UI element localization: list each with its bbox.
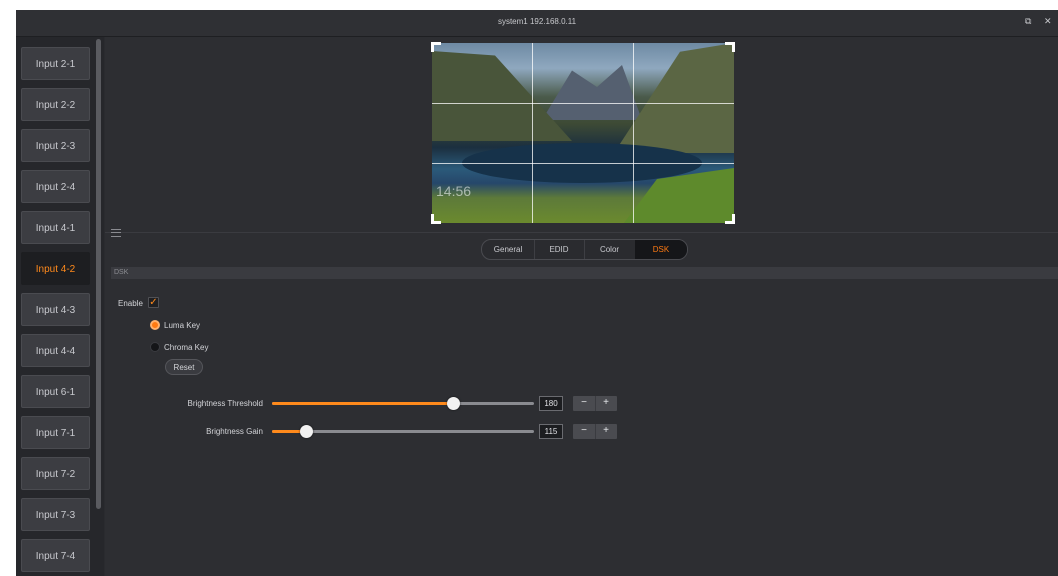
- section-header-dsk: DSK: [111, 267, 1058, 279]
- brightness-gain-slider[interactable]: [272, 425, 534, 438]
- tab-dsk[interactable]: DSK: [635, 240, 687, 259]
- brightness-threshold-value[interactable]: 180: [539, 396, 563, 411]
- brightness-threshold-stepper: − +: [573, 396, 617, 411]
- sidebar-item-input-2-3[interactable]: Input 2-3: [21, 129, 90, 162]
- enable-label: Enable: [118, 299, 143, 308]
- threshold-increment-button[interactable]: +: [595, 396, 616, 411]
- window-title: system1 192.168.0.11: [497, 17, 577, 26]
- brightness-threshold-slider[interactable]: [272, 397, 534, 410]
- threshold-decrement-button[interactable]: −: [574, 396, 594, 411]
- crop-handle-bottom-left[interactable]: [431, 214, 441, 224]
- sidebar-item-input-7-3[interactable]: Input 7-3: [21, 498, 90, 531]
- grid-line: [432, 163, 734, 164]
- crop-handle-bottom-right[interactable]: [725, 214, 735, 224]
- brightness-threshold-label: Brightness Threshold: [187, 399, 263, 408]
- tab-bar: General EDID Color DSK: [481, 239, 688, 260]
- tab-edid[interactable]: EDID: [534, 240, 585, 259]
- gain-increment-button[interactable]: +: [595, 424, 616, 439]
- title-bar: system1 192.168.0.11 ⧉ ✕: [16, 10, 1058, 37]
- grid-line: [532, 43, 533, 223]
- grid-line: [432, 103, 734, 104]
- brightness-gain-value[interactable]: 115: [539, 424, 563, 439]
- sidebar-item-input-4-4[interactable]: Input 4-4: [21, 334, 90, 367]
- sidebar-item-input-7-4[interactable]: Input 7-4: [21, 539, 90, 572]
- slider-thumb[interactable]: [300, 425, 314, 438]
- main-panel: 14:56 General EDID Color DSK DSK Enable …: [105, 37, 1058, 576]
- slider-fill: [272, 402, 453, 405]
- preview-image: 14:56: [432, 43, 734, 223]
- chroma-key-radio[interactable]: [150, 342, 160, 352]
- brightness-gain-stepper: − +: [573, 424, 617, 439]
- sidebar-item-input-4-3[interactable]: Input 4-3: [21, 293, 90, 326]
- luma-key-label: Luma Key: [164, 321, 201, 330]
- enable-checkbox[interactable]: ✓: [148, 297, 159, 308]
- splitter-handle-icon[interactable]: [111, 229, 121, 237]
- preview-mountain-left: [432, 51, 572, 141]
- brightness-gain-label: Brightness Gain: [206, 427, 263, 436]
- gain-decrement-button[interactable]: −: [574, 424, 594, 439]
- input-sidebar: Input 2-1 Input 2-2 Input 2-3 Input 2-4 …: [16, 37, 104, 576]
- sidebar-item-input-2-1[interactable]: Input 2-1: [21, 47, 90, 80]
- slider-thumb[interactable]: [446, 397, 460, 410]
- sidebar-item-input-6-1[interactable]: Input 6-1: [21, 375, 90, 408]
- app-window: system1 192.168.0.11 ⧉ ✕ Input 2-1 Input…: [16, 10, 1058, 576]
- sidebar-item-input-2-4[interactable]: Input 2-4: [21, 170, 90, 203]
- preview-mountain-mid: [542, 65, 642, 120]
- sidebar-item-input-7-2[interactable]: Input 7-2: [21, 457, 90, 490]
- preview-window[interactable]: 14:56: [431, 42, 735, 224]
- sidebar-scrollbar[interactable]: [96, 39, 101, 509]
- preview-clock: 14:56: [436, 183, 472, 199]
- grid-line: [633, 43, 634, 223]
- luma-key-radio[interactable]: [150, 320, 160, 330]
- chroma-key-label: Chroma Key: [164, 343, 209, 352]
- close-icon[interactable]: ✕: [1044, 16, 1052, 27]
- tab-general[interactable]: General: [482, 240, 535, 259]
- sidebar-item-input-4-2[interactable]: Input 4-2: [21, 252, 90, 285]
- crop-handle-top-right[interactable]: [725, 42, 735, 52]
- sidebar-item-input-7-1[interactable]: Input 7-1: [21, 416, 90, 449]
- tab-color[interactable]: Color: [584, 240, 636, 259]
- sidebar-item-input-4-1[interactable]: Input 4-1: [21, 211, 90, 244]
- restore-icon[interactable]: ⧉: [1025, 16, 1031, 27]
- sidebar-item-input-2-2[interactable]: Input 2-2: [21, 88, 90, 121]
- reset-button[interactable]: Reset: [165, 359, 203, 375]
- crop-handle-top-left[interactable]: [431, 42, 441, 52]
- panel-divider: [105, 232, 1058, 233]
